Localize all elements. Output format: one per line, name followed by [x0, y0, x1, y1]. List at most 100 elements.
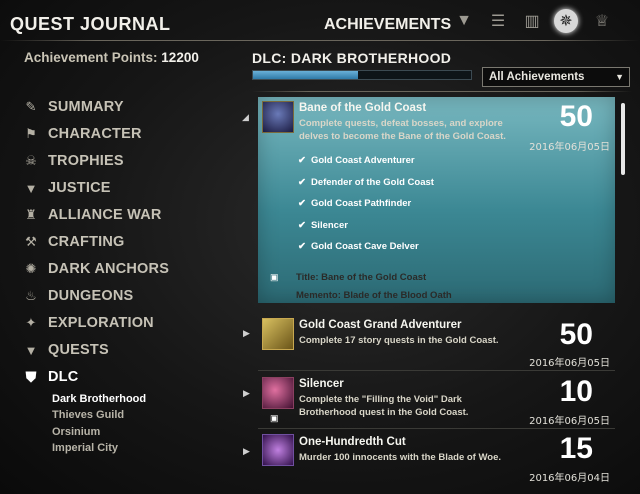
achievement-points-value: 15 — [559, 432, 593, 465]
expand-arrow-icon[interactable]: ▶ — [243, 328, 250, 339]
category-crafting[interactable]: ⚒ CRAFTING — [22, 231, 125, 253]
gold-scroll-icon — [262, 318, 294, 350]
hammer-icon: ⚒ — [25, 234, 37, 249]
subcategory-dark-brotherhood[interactable]: Dark Brotherhood — [52, 393, 146, 405]
category-label: DUNGEONS — [48, 288, 134, 304]
checkmark-icon: ✔ — [298, 155, 306, 166]
quest-icon: ▼ — [24, 342, 38, 358]
checkmark-icon: ✔ — [298, 177, 306, 188]
category-summary[interactable]: ✎ SUMMARY — [22, 96, 124, 118]
criterion: ✔ Silencer — [298, 220, 348, 231]
justice-icon[interactable]: ▼ — [452, 9, 476, 33]
category-quests[interactable]: ▼ QUESTS — [22, 339, 109, 361]
criterion-label: Silencer — [310, 220, 348, 231]
subcategory-imperial-city[interactable]: Imperial City — [52, 442, 118, 454]
achievement-filter-dropdown[interactable]: All Achievements ▼ — [482, 67, 630, 87]
category-progress-bar — [252, 70, 472, 80]
achievement-name[interactable]: Gold Coast Grand Adventurer — [299, 319, 462, 331]
list-divider — [252, 91, 632, 92]
achievements-emblem-icon[interactable]: ✵ — [554, 9, 578, 33]
criterion: ✔ Gold Coast Adventurer — [298, 155, 415, 166]
achievement-points-value: 50 — [559, 318, 593, 351]
achievement-name: Bane of the Gold Coast — [299, 102, 427, 114]
checkmark-icon: ✔ — [298, 198, 306, 209]
list-scrollbar-thumb[interactable] — [621, 103, 625, 175]
achievement-name[interactable]: Silencer — [299, 378, 344, 390]
tower-icon: ♜ — [25, 207, 37, 222]
row-divider — [258, 370, 615, 371]
filter-selected-value: All Achievements — [489, 71, 585, 83]
category-justice[interactable]: ▼ JUSTICE — [22, 177, 111, 199]
criterion-label: Gold Coast Adventurer — [310, 155, 415, 166]
justice-icon: ▼ — [24, 180, 38, 196]
category-alliance-war[interactable]: ♜ ALLIANCE WAR — [22, 204, 162, 226]
anchor-swirl-icon: ✺ — [25, 261, 37, 276]
category-trophies[interactable]: ☠ TROPHIES — [22, 150, 124, 172]
achievement-points-value: 12200 — [161, 50, 199, 65]
reward-chest-icon: ▣ — [270, 413, 279, 423]
scroll-icon: ✎ — [25, 99, 37, 114]
achievement-date: 2016年06月04日 — [529, 473, 610, 484]
category-title: DLC: DARK BROTHERHOOD — [252, 50, 452, 66]
achievement-date: 2016年06月05日 — [529, 416, 610, 427]
criterion-label: Gold Coast Cave Delver — [310, 241, 419, 252]
category-label: QUESTS — [48, 342, 109, 358]
banner-icon: ⚑ — [25, 126, 37, 141]
assassin-blade-icon — [262, 377, 294, 409]
category-label: TROPHIES — [48, 153, 124, 169]
achievement-date: 2016年06月05日 — [529, 358, 610, 369]
achievement-description: Complete quests, defeat bosses, and expl… — [299, 118, 506, 142]
expand-arrow-icon[interactable]: ▶ — [243, 388, 250, 399]
category-label: ALLIANCE WAR — [48, 207, 162, 223]
reward-title: Title: Bane of the Gold Coast — [296, 272, 427, 283]
progress-fill — [253, 71, 358, 79]
criterion-label: Gold Coast Pathfinder — [310, 198, 412, 209]
subcategory-orsinium[interactable]: Orsinium — [52, 426, 100, 438]
flame-icon: ♨ — [25, 288, 37, 303]
quest-journal-title: QUEST JOURNAL — [10, 14, 171, 34]
dlc-shield-icon: ⛊ — [25, 368, 37, 386]
achievement-points-value: 10 — [559, 375, 593, 408]
skull-icon: ☠ — [25, 153, 37, 168]
row-divider — [258, 428, 615, 429]
subcategory-thieves-guild[interactable]: Thieves Guild — [52, 409, 124, 421]
books-icon[interactable]: ▥ — [520, 9, 544, 33]
achievement-points-value: 50 — [559, 100, 593, 133]
achievement-points: Achievement Points: 12200 — [24, 50, 199, 65]
header-divider — [0, 40, 640, 41]
category-exploration[interactable]: ✦ EXPLORATION — [22, 312, 154, 334]
trophy-icon[interactable]: ♕ — [590, 9, 614, 33]
category-character[interactable]: ⚑ CHARACTER — [22, 123, 142, 145]
reward-memento: Memento: Blade of the Blood Oath — [296, 290, 452, 301]
collapse-arrow-icon[interactable]: ◢ — [242, 112, 249, 123]
category-dlc[interactable]: ⛊ DLC — [22, 366, 78, 388]
achievement-date: 2016年06月05日 — [529, 142, 610, 153]
category-label: JUSTICE — [48, 180, 111, 196]
achievement-points-label: Achievement Points: — [24, 50, 158, 65]
reward-chest-icon: ▣ — [270, 272, 279, 282]
category-label: SUMMARY — [48, 99, 124, 115]
criterion: ✔ Defender of the Gold Coast — [298, 177, 434, 188]
quest-scroll-icon[interactable]: ☰ — [486, 9, 510, 33]
category-dark-anchors[interactable]: ✺ DARK ANCHORS — [22, 258, 169, 280]
category-label: CRAFTING — [48, 234, 125, 250]
criterion: ✔ Gold Coast Pathfinder — [298, 198, 411, 209]
category-label: CHARACTER — [48, 126, 142, 142]
category-label: DARK ANCHORS — [48, 261, 170, 277]
achievements-title: ACHIEVEMENTS — [324, 16, 452, 33]
expand-arrow-icon[interactable]: ▶ — [243, 446, 250, 457]
category-label: DLC — [48, 369, 79, 385]
criterion-label: Defender of the Gold Coast — [310, 177, 434, 188]
blade-of-woe-icon — [262, 434, 294, 466]
achievement-description: Complete the "Filling the Void" Dark Bro… — [299, 394, 469, 418]
chevron-down-icon: ▼ — [615, 72, 624, 82]
checkmark-icon: ✔ — [298, 220, 306, 231]
assassin-hood-icon — [262, 101, 294, 133]
achievement-description: Complete 17 story quests in the Gold Coa… — [299, 335, 499, 346]
achievement-name[interactable]: One-Hundredth Cut — [299, 436, 406, 448]
criterion: ✔ Gold Coast Cave Delver — [298, 241, 419, 252]
category-label: EXPLORATION — [48, 315, 154, 331]
compass-star-icon: ✦ — [25, 315, 37, 330]
achievement-description: Murder 100 innocents with the Blade of W… — [299, 452, 501, 463]
category-dungeons[interactable]: ♨ DUNGEONS — [22, 285, 133, 307]
